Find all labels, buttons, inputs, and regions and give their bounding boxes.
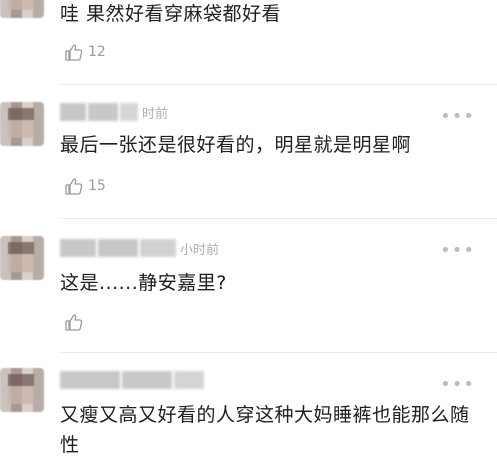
more-options-button[interactable]: •••	[440, 242, 475, 260]
comment-time: 小时前	[180, 242, 220, 258]
comment-item: ••• 又瘦又高又好看的人穿这种大妈睡裤也能那么随性	[0, 352, 497, 465]
username-blurred[interactable]: 时前	[60, 102, 168, 122]
thumbs-up-icon	[65, 44, 83, 61]
comment-item: 小时前 ••• 这是......静安嘉里?	[0, 218, 497, 353]
like-count: 12	[88, 44, 106, 60]
thumbs-up-icon	[65, 314, 83, 331]
comment-text: 哇 果然好看穿麻袋都好看	[60, 3, 282, 25]
thumbs-up-icon	[65, 178, 83, 195]
avatar[interactable]	[0, 102, 44, 146]
username-blurred[interactable]: 小时前	[60, 238, 219, 258]
like-button[interactable]: 12	[64, 42, 106, 62]
avatar[interactable]	[0, 0, 44, 18]
more-options-button[interactable]: •••	[440, 376, 475, 394]
comment-text: 又瘦又高又好看的人穿这种大妈睡裤也能那么随性	[60, 404, 470, 456]
avatar[interactable]	[0, 236, 44, 280]
comment-text: 这是......静安嘉里?	[60, 272, 227, 294]
like-count: 15	[88, 178, 106, 194]
comment-text: 最后一张还是很好看的，明星就是明星啊	[60, 134, 412, 156]
like-button[interactable]: 15	[64, 176, 106, 196]
comment-time: 时前	[142, 106, 169, 122]
comment-item: 时前 ••• 最后一张还是很好看的，明星就是明星啊 15	[0, 84, 497, 219]
avatar[interactable]	[0, 368, 44, 412]
more-options-button[interactable]: •••	[440, 108, 475, 126]
username-blurred[interactable]	[60, 370, 208, 390]
comment-item: 哇 果然好看穿麻袋都好看 12	[0, 0, 497, 90]
like-button[interactable]	[64, 312, 88, 332]
